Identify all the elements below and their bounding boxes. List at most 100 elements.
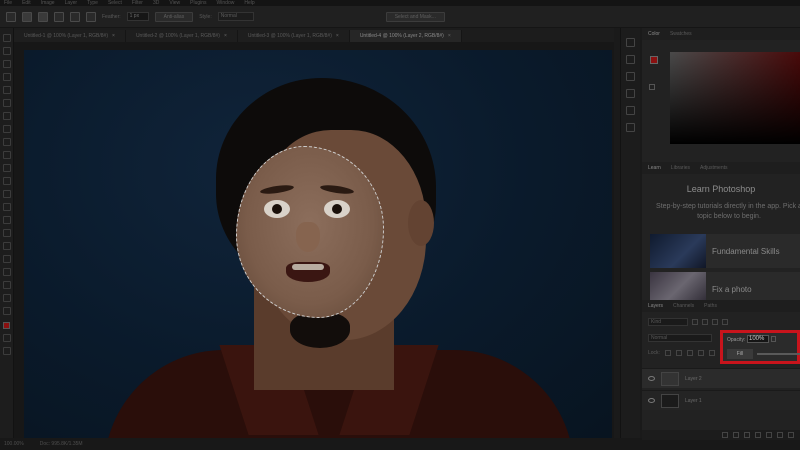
layer-filter-row: Kind xyxy=(648,318,728,326)
layers-panel-tabs: Layers Channels Paths xyxy=(642,300,800,312)
tab-paths[interactable]: Paths xyxy=(704,303,717,309)
document-canvas[interactable] xyxy=(24,50,612,438)
intersect-selection-icon[interactable] xyxy=(86,11,96,22)
lock-move-icon[interactable] xyxy=(686,350,693,356)
shape-tool-icon[interactable] xyxy=(2,268,11,276)
photo-teeth xyxy=(292,264,324,270)
tab-color[interactable]: Color xyxy=(648,31,660,37)
learn-title: Learn Photoshop xyxy=(686,184,756,194)
close-icon[interactable]: × xyxy=(448,33,451,39)
crop-tool-icon[interactable] xyxy=(2,86,11,94)
trash-icon[interactable] xyxy=(788,432,794,438)
layer-row[interactable]: Layer 2 xyxy=(642,368,800,388)
color-picker-field[interactable] xyxy=(670,52,800,144)
tab-learn[interactable]: Learn xyxy=(648,165,661,171)
screen-mode-icon[interactable] xyxy=(2,347,11,355)
subtract-selection-icon[interactable] xyxy=(70,11,80,22)
close-icon[interactable]: × xyxy=(224,33,227,39)
add-selection-icon[interactable] xyxy=(54,11,64,22)
paragraph-icon[interactable] xyxy=(626,106,635,115)
lock-brush-icon[interactable] xyxy=(675,350,682,356)
path-select-tool-icon[interactable] xyxy=(2,255,11,263)
dodge-tool-icon[interactable] xyxy=(2,216,11,224)
new-selection-icon[interactable] xyxy=(38,11,48,22)
frame-tool-icon[interactable] xyxy=(2,99,11,107)
zoom-level[interactable]: 100.00% xyxy=(4,441,24,447)
layer-thumbnail xyxy=(661,393,679,408)
pen-tool-icon[interactable] xyxy=(2,229,11,237)
gradient-tool-icon[interactable] xyxy=(2,190,11,198)
foreground-color-swatch[interactable] xyxy=(3,322,10,329)
lock-all-icon[interactable] xyxy=(708,350,715,356)
close-icon[interactable]: × xyxy=(112,33,115,39)
doc-size: Doc: 995.8K/1.35M xyxy=(39,441,83,447)
opacity-slider[interactable] xyxy=(757,353,800,355)
antialias-checkbox[interactable]: Anti-alias xyxy=(154,11,194,22)
tab-libraries[interactable]: Libraries xyxy=(671,165,690,171)
clone-stamp-tool-icon[interactable] xyxy=(2,151,11,159)
tab-channels[interactable]: Channels xyxy=(673,303,694,309)
tab-untitled-4[interactable]: Untitled-4 @ 100% (Layer 2, RGB/8#) × xyxy=(349,30,462,42)
lasso-tool-icon[interactable] xyxy=(2,60,11,68)
tab-swatches[interactable]: Swatches xyxy=(670,31,692,37)
new-layer-icon[interactable] xyxy=(777,432,783,438)
kind-filter-select[interactable]: Kind xyxy=(648,318,688,326)
add-mask-icon[interactable] xyxy=(744,432,750,438)
zoom-tool-icon[interactable] xyxy=(2,294,11,302)
close-icon[interactable]: × xyxy=(336,33,339,39)
eye-icon[interactable] xyxy=(648,398,655,403)
blend-mode-select[interactable]: Normal xyxy=(648,334,712,342)
move-tool-icon[interactable] xyxy=(2,34,11,42)
pixel-filter-icon[interactable] xyxy=(692,319,698,325)
brush-tool-icon[interactable] xyxy=(2,138,11,146)
character-icon[interactable] xyxy=(626,123,635,132)
photo-eye-left xyxy=(264,200,290,218)
feather-input[interactable]: 1 px xyxy=(126,12,149,21)
more-tools-icon[interactable] xyxy=(2,307,11,315)
healing-tool-icon[interactable] xyxy=(2,125,11,133)
quick-mask-icon[interactable] xyxy=(2,334,11,342)
adjustment-layer-icon[interactable] xyxy=(755,432,761,438)
quick-select-tool-icon[interactable] xyxy=(2,73,11,81)
layer-style-icon[interactable] xyxy=(733,432,739,438)
opacity-input[interactable]: 100% xyxy=(747,335,769,343)
lock-pixels-icon[interactable] xyxy=(664,350,671,356)
collapsed-panels xyxy=(620,28,640,438)
marquee-preset-icon[interactable] xyxy=(22,11,32,22)
type-tool-icon[interactable] xyxy=(2,242,11,250)
canvas-area[interactable] xyxy=(14,42,614,438)
style-select[interactable]: Normal xyxy=(217,12,254,21)
blur-tool-icon[interactable] xyxy=(2,203,11,211)
marquee-tool-icon[interactable] xyxy=(2,47,11,55)
tab-layers[interactable]: Layers xyxy=(648,303,663,309)
gamut-warning-icon xyxy=(649,84,655,90)
tab-untitled-2[interactable]: Untitled-2 @ 100% (Layer 1, RGB/8#) × xyxy=(125,30,238,42)
link-layers-icon[interactable] xyxy=(722,432,728,438)
learn-card-fundamental[interactable]: Fundamental Skills xyxy=(650,234,800,268)
properties-icon[interactable] xyxy=(626,55,635,64)
layer-row[interactable]: Layer 1 xyxy=(642,390,800,410)
group-icon[interactable] xyxy=(766,432,772,438)
hand-tool-icon[interactable] xyxy=(2,281,11,289)
chevron-down-icon[interactable] xyxy=(771,336,776,342)
history-icon[interactable] xyxy=(626,38,635,47)
eye-icon[interactable] xyxy=(648,376,655,381)
shape-filter-icon[interactable] xyxy=(722,319,728,325)
photo-ear xyxy=(408,200,434,246)
tab-untitled-3[interactable]: Untitled-3 @ 100% (Layer 1, RGB/8#) × xyxy=(237,30,350,42)
brush-settings-icon[interactable] xyxy=(626,89,635,98)
tab-untitled-1[interactable]: Untitled-1 @ 100% (Layer 1, RGB/8#) × xyxy=(14,30,126,42)
adjustment-filter-icon[interactable] xyxy=(702,319,708,325)
panel-foreground-swatch[interactable] xyxy=(650,56,658,64)
type-filter-icon[interactable] xyxy=(712,319,718,325)
eyedropper-tool-icon[interactable] xyxy=(2,112,11,120)
tab-label: Untitled-4 @ 100% (Layer 2, RGB/8#) xyxy=(359,33,444,39)
home-icon[interactable] xyxy=(6,11,16,22)
adjustments-icon[interactable] xyxy=(626,72,635,81)
eraser-tool-icon[interactable] xyxy=(2,177,11,185)
history-brush-tool-icon[interactable] xyxy=(2,164,11,172)
lock-artboard-icon[interactable] xyxy=(697,350,704,356)
tab-adjustments[interactable]: Adjustments xyxy=(700,165,728,171)
select-and-mask-button[interactable]: Select and Mask... xyxy=(385,11,445,22)
fill-label[interactable]: Fill xyxy=(727,349,753,359)
